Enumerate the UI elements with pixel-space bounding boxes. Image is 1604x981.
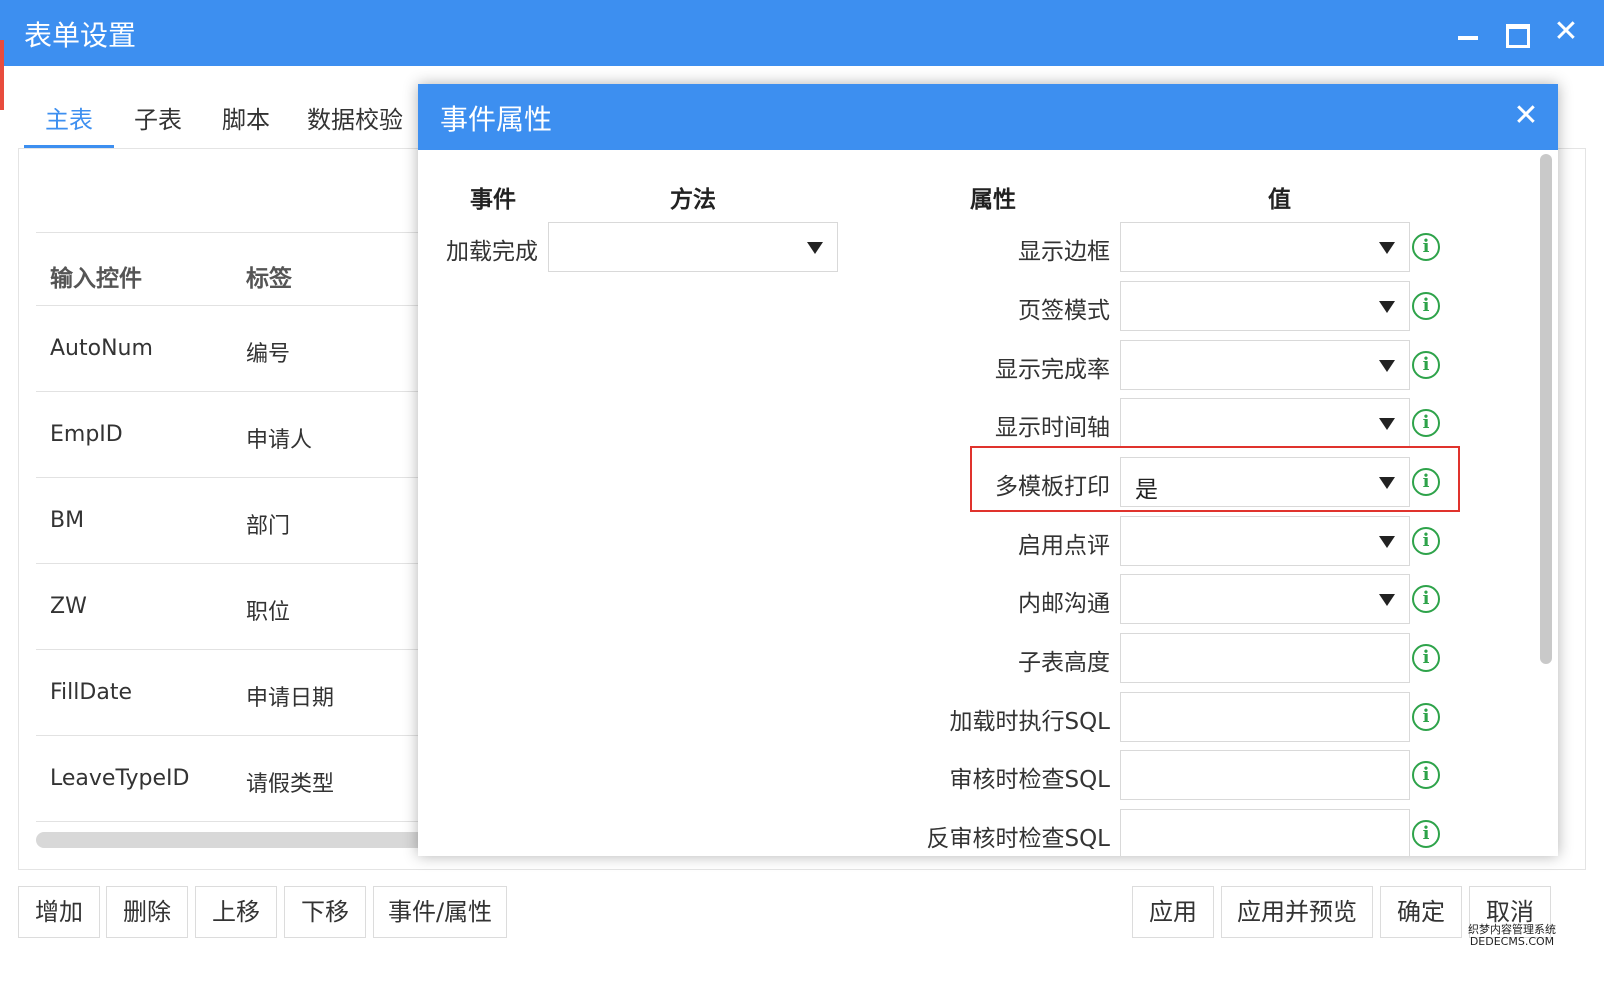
property-value-select[interactable] [1120,398,1410,448]
property-value-input[interactable] [1120,750,1410,800]
property-label: 显示完成率 [995,357,1110,383]
tab-sub-table[interactable]: 子表 [114,96,202,148]
property-value-input[interactable] [1120,633,1410,683]
property-value-input[interactable] [1120,692,1410,742]
property-label: 加载时执行SQL [949,709,1110,735]
window-title-bar[interactable]: 表单设置 ✕ [0,0,1604,66]
dropdown-arrow-icon [1379,301,1395,313]
window-title: 表单设置 [24,19,137,52]
table-row[interactable]: EmpID 申请人 [36,392,436,478]
dropdown-arrow-icon [1379,594,1395,606]
multi-template-print-select[interactable]: 是 [1120,457,1410,507]
cell-label: 编号 [246,342,291,367]
info-icon[interactable]: i [1412,351,1440,379]
dropdown-arrow-icon [1379,477,1395,489]
form-settings-window: 表单设置 ✕ 主表 子表 脚本 数据校验 输入控件 标签 AutoNum 编号 … [0,0,1604,981]
dialog-title-bar[interactable]: 事件属性 ✕ [418,84,1558,150]
event-property-dialog: 事件属性 ✕ 事件 方法 属性 值 加载完成 显示边框 i 页签模式 i 显示完… [418,84,1558,856]
cell-label: 职位 [246,600,291,625]
cell-label: 申请日期 [246,686,335,711]
event-method-select[interactable] [548,222,838,272]
info-icon[interactable]: i [1412,292,1440,320]
property-label: 显示边框 [1018,239,1110,265]
add-button[interactable]: 增加 [18,886,100,938]
dialog-title: 事件属性 [440,103,553,136]
column-header-event: 事件 [470,187,516,213]
info-icon[interactable]: i [1412,644,1440,672]
maximize-icon[interactable] [1496,12,1536,52]
dropdown-arrow-icon [1379,360,1395,372]
property-value-select[interactable] [1120,281,1410,331]
property-label: 显示时间轴 [995,415,1110,441]
column-header-label[interactable]: 标签 [246,259,292,293]
property-value-select[interactable] [1120,222,1410,272]
column-header-property: 属性 [970,187,1016,213]
column-header-value: 值 [1268,187,1291,213]
move-up-button[interactable]: 上移 [195,886,277,938]
column-header-control[interactable]: 输入控件 [50,259,142,293]
tab-main-table[interactable]: 主表 [24,96,114,148]
event-label: 加载完成 [446,239,538,265]
watermark-line2: DEDECMS.COM [1469,935,1555,948]
cell-control: FillDate [50,680,132,705]
cell-control: AutoNum [50,336,153,361]
table-row[interactable]: BM 部门 [36,478,436,564]
cell-label: 部门 [246,514,291,539]
tab-data-validation[interactable]: 数据校验 [290,96,420,148]
vertical-scrollbar[interactable] [1540,154,1552,664]
apply-and-preview-button[interactable]: 应用并预览 [1221,886,1373,938]
property-value-select[interactable] [1120,340,1410,390]
info-icon[interactable]: i [1412,585,1440,613]
column-header-method: 方法 [670,187,716,213]
confirm-button[interactable]: 确定 [1380,886,1462,938]
property-label: 反审核时检查SQL [926,826,1110,852]
info-icon[interactable]: i [1412,468,1440,496]
info-icon[interactable]: i [1412,409,1440,437]
property-label: 多模板打印 [995,474,1110,500]
cell-control: BM [50,508,85,533]
cell-label: 请假类型 [246,772,335,797]
info-icon[interactable]: i [1412,703,1440,731]
property-value-select[interactable] [1120,516,1410,566]
move-down-button[interactable]: 下移 [284,886,366,938]
dropdown-arrow-icon [1379,418,1395,430]
delete-button[interactable]: 删除 [106,886,188,938]
dropdown-arrow-icon [1379,242,1395,254]
cell-control: EmpID [50,422,123,447]
background-window-edge [0,40,4,110]
property-value-select[interactable] [1120,574,1410,624]
property-label: 页签模式 [1018,298,1110,324]
info-icon[interactable]: i [1412,820,1440,848]
grid-header: 输入控件 标签 [36,232,436,306]
watermark: 织梦内容管理系统 DEDECMS.COM [1460,924,1564,950]
close-icon[interactable]: ✕ [1546,12,1586,52]
table-row[interactable]: ZW 职位 [36,564,436,650]
select-value: 是 [1135,477,1158,503]
event-property-button[interactable]: 事件/属性 [373,886,507,938]
cell-control: ZW [50,594,87,619]
info-icon[interactable]: i [1412,233,1440,261]
dropdown-arrow-icon [807,242,823,254]
property-value-input[interactable] [1120,809,1410,856]
apply-button[interactable]: 应用 [1132,886,1214,938]
cell-label: 申请人 [246,428,313,453]
info-icon[interactable]: i [1412,761,1440,789]
minimize-icon[interactable] [1448,12,1488,52]
property-label: 启用点评 [1018,533,1110,559]
table-row[interactable]: AutoNum 编号 [36,306,436,392]
table-row[interactable]: FillDate 申请日期 [36,650,436,736]
horizontal-scrollbar[interactable] [36,832,436,848]
cell-control: LeaveTypeID [50,766,190,791]
dialog-close-icon[interactable]: ✕ [1508,98,1544,134]
tab-script[interactable]: 脚本 [202,96,290,148]
dropdown-arrow-icon [1379,536,1395,548]
property-label: 审核时检查SQL [949,767,1110,793]
property-label: 内邮沟通 [1018,591,1110,617]
table-row[interactable]: LeaveTypeID 请假类型 [36,736,436,822]
info-icon[interactable]: i [1412,527,1440,555]
property-label: 子表高度 [1018,650,1110,676]
